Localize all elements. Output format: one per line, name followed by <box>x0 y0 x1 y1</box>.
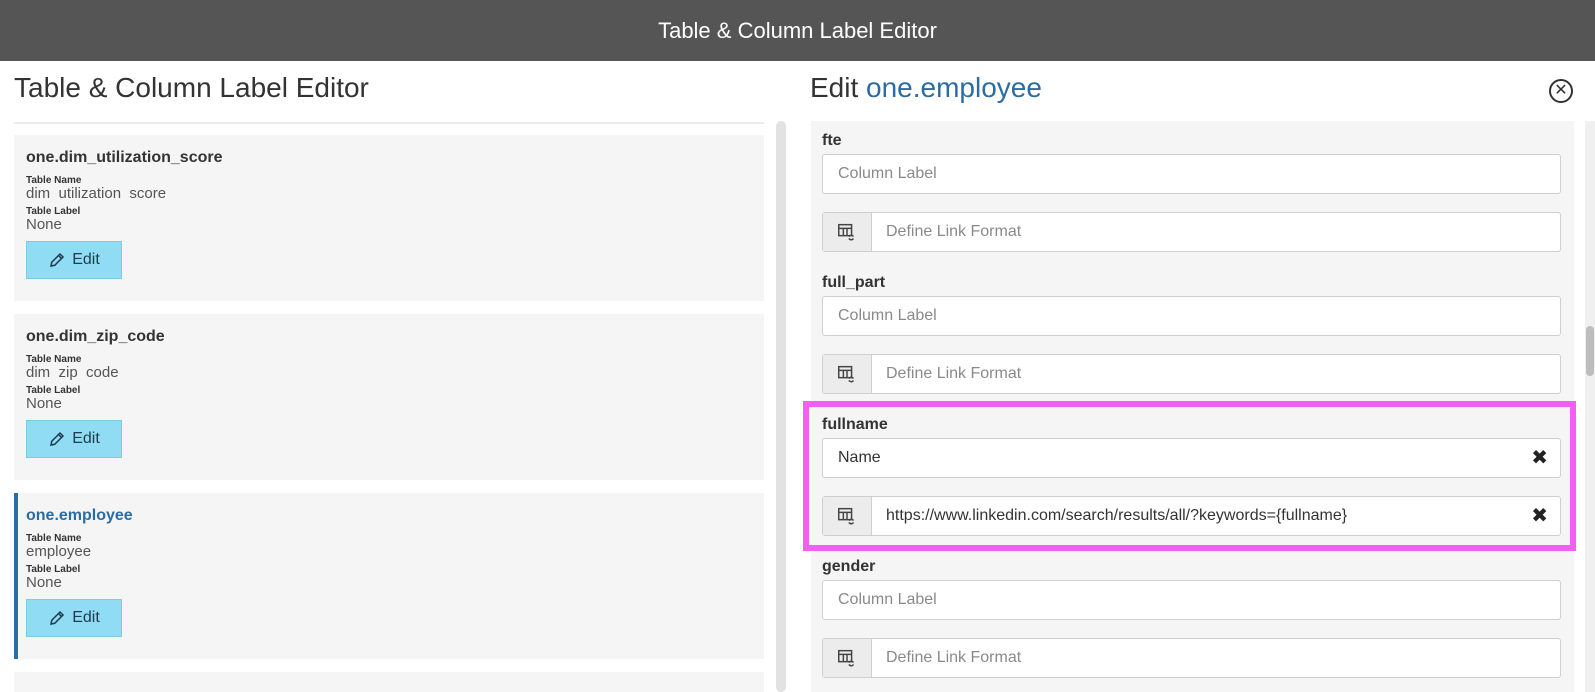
table-card <box>14 672 764 692</box>
edit-panel-heading: Edit one.employee <box>810 72 1042 104</box>
link-format-input[interactable]: Define Link Format <box>822 212 1561 252</box>
link-format-input[interactable]: https://www.linkedin.com/search/results/… <box>822 496 1561 536</box>
link-format-input[interactable]: Define Link Format <box>822 354 1561 394</box>
table-label-value: None <box>26 395 62 412</box>
column-name: fte <box>822 132 842 149</box>
table-link-icon[interactable] <box>823 213 872 251</box>
pencil-icon <box>50 610 65 625</box>
link-format-value: https://www.linkedin.com/search/results/… <box>886 507 1348 524</box>
clear-x-icon[interactable]: ✖ <box>1531 506 1548 526</box>
scrollbar-thumb[interactable] <box>1586 326 1594 376</box>
link-format-placeholder: Define Link Format <box>886 365 1022 382</box>
table-label-caption: Table Label <box>26 206 81 217</box>
column-label-placeholder: Column Label <box>838 165 937 182</box>
table-link-icon[interactable] <box>823 497 872 535</box>
table-card: one.dim_zip_code Table Name dim zip code… <box>14 314 764 480</box>
close-icon[interactable]: ✕ <box>1549 79 1573 103</box>
left-panel-heading: Table & Column Label Editor <box>14 72 369 103</box>
pencil-icon <box>50 431 65 446</box>
table-label-caption: Table Label <box>26 385 81 396</box>
edit-button-label: Edit <box>72 609 100 626</box>
window-titlebar: Table & Column Label Editor <box>0 0 1595 61</box>
table-name-value: dim utilization score <box>26 185 167 202</box>
right-scrollbar[interactable] <box>1585 121 1595 692</box>
column-label-input[interactable]: Column Label <box>822 580 1561 620</box>
table-name-caption: Table Name <box>26 533 82 544</box>
divider <box>14 122 764 124</box>
edit-button[interactable]: Edit <box>26 599 122 637</box>
table-label-value: None <box>26 216 62 233</box>
column-name: gender <box>822 558 876 575</box>
left-scrollbar[interactable] <box>776 121 786 692</box>
edit-heading-prefix: Edit <box>810 72 859 103</box>
column-name: fullname <box>822 416 888 433</box>
edit-button-label: Edit <box>72 430 100 447</box>
column-label-value: Name <box>838 449 881 466</box>
window-title: Table & Column Label Editor <box>658 17 937 43</box>
column-label-placeholder: Column Label <box>838 591 937 608</box>
table-name-value: employee <box>26 543 92 560</box>
table-label-caption: Table Label <box>26 564 81 575</box>
column-label-input[interactable]: Name ✖ <box>822 438 1561 478</box>
link-format-input[interactable]: Define Link Format <box>822 638 1561 678</box>
table-card-title: one.employee <box>26 507 133 524</box>
table-card-title: one.dim_zip_code <box>26 328 165 345</box>
column-name: full_part <box>822 274 886 291</box>
edit-heading-table: one.employee <box>866 72 1042 103</box>
column-label-input[interactable]: Column Label <box>822 154 1561 194</box>
column-label-input[interactable]: Column Label <box>822 296 1561 336</box>
edit-button-label: Edit <box>72 251 100 268</box>
table-link-icon[interactable] <box>823 355 872 393</box>
edit-button[interactable]: Edit <box>26 241 122 279</box>
column-label-placeholder: Column Label <box>838 307 937 324</box>
table-label-value: None <box>26 574 62 591</box>
clear-x-icon[interactable]: ✖ <box>1531 448 1548 468</box>
table-card-title: one.dim_utilization_score <box>26 149 223 166</box>
link-format-placeholder: Define Link Format <box>886 649 1022 666</box>
table-card-selected: one.employee Table Name employee Table L… <box>14 493 764 659</box>
table-name-caption: Table Name <box>26 354 82 365</box>
table-card: one.dim_utilization_score Table Name dim… <box>14 135 764 301</box>
table-link-icon[interactable] <box>823 639 872 677</box>
edit-button[interactable]: Edit <box>26 420 122 458</box>
pencil-icon <box>50 252 65 267</box>
table-name-value: dim zip code <box>26 364 119 381</box>
link-format-placeholder: Define Link Format <box>886 223 1022 240</box>
